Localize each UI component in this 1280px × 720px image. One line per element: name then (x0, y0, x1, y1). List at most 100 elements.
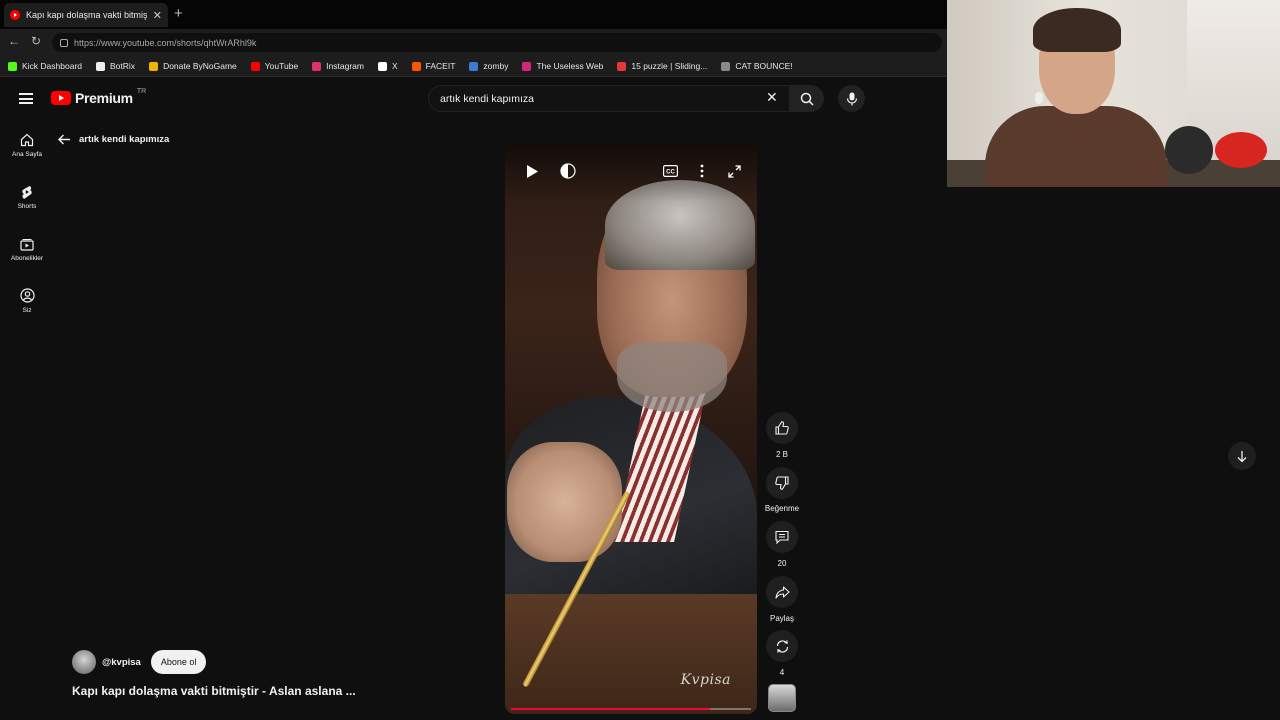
bookmark-label: X (391, 61, 398, 71)
bookmark-item[interactable]: Kick Dashboard (8, 61, 82, 71)
svg-text:CC: CC (666, 170, 675, 176)
home-icon (20, 133, 34, 147)
bookmark-item[interactable]: X (377, 61, 398, 71)
bookmark-label: Donate ByNoGame (163, 61, 237, 71)
bookmark-label: FACEIT (425, 61, 456, 71)
subscriptions-icon (20, 239, 34, 251)
captions-button[interactable]: CC (659, 160, 681, 182)
logo-text: Premium (75, 90, 133, 106)
bookmark-item[interactable]: The Useless Web (522, 61, 603, 71)
you-icon (19, 288, 35, 303)
bookmark-item[interactable]: Instagram (312, 61, 364, 71)
bookmark-label: 15 puzzle | Sliding... (631, 61, 708, 71)
bookmark-favicon-icon (617, 61, 627, 71)
sidenav-item-you[interactable]: Siz (0, 288, 54, 314)
share-icon (774, 585, 790, 599)
youtube-logo[interactable]: Premium TR (51, 87, 147, 106)
sidenav-item-subscriptions[interactable]: Abonelikler (0, 237, 54, 262)
bookmark-favicon-icon (411, 61, 421, 71)
share-button[interactable]: Paylaş (764, 576, 800, 623)
country-code: TR (136, 87, 147, 95)
video-watermark: Kvpisa (680, 672, 731, 688)
thumbs-down-icon (775, 476, 789, 490)
sound-source-thumbnail[interactable] (768, 684, 796, 712)
bookmark-item[interactable]: zomby (469, 61, 508, 71)
sidenav-label: Ana Sayfa (12, 151, 42, 158)
avatar[interactable] (72, 650, 96, 674)
bookmark-label: zomby (483, 61, 509, 71)
channel-handle[interactable]: @kvpisa (102, 657, 141, 668)
comment-count: 20 (777, 559, 787, 568)
bookmark-label: CAT BOUNCE! (735, 61, 793, 71)
remix-icon (776, 639, 788, 653)
like-button[interactable]: 2 B (764, 412, 800, 459)
bookmark-label: YouTube (264, 61, 299, 71)
search-query: artık kendi kapımıza (440, 92, 534, 105)
sidenav-label: Abonelikler (10, 255, 44, 262)
back-arrow-icon[interactable]: ← (8, 34, 20, 48)
arrow-left-icon (58, 134, 70, 145)
bookmarks-bar: Kick Dashboard BotRix Donate ByNoGame YouTu… (0, 56, 947, 77)
play-icon (526, 164, 538, 178)
new-tab-icon[interactable]: + (174, 5, 183, 22)
comment-icon (775, 530, 789, 544)
play-button[interactable] (521, 160, 543, 182)
bookmark-item[interactable]: BotRix (96, 61, 135, 71)
voice-search-button[interactable] (838, 85, 865, 112)
video-progress-bar[interactable] (511, 708, 751, 710)
video-progress-fill (511, 708, 711, 710)
bookmark-favicon-icon (149, 61, 159, 71)
fullscreen-button[interactable] (723, 160, 745, 182)
arrow-down-icon (1237, 450, 1247, 462)
channel-row: @kvpisa Abone ol (72, 650, 207, 674)
sidenav-label: Siz (22, 307, 32, 314)
bookmark-item[interactable]: Donate ByNoGame (149, 61, 237, 71)
volume-icon (560, 163, 576, 179)
bookmark-favicon-icon (96, 61, 106, 71)
microphone-icon (846, 92, 857, 105)
subscribe-button[interactable]: Abone ol (150, 650, 207, 674)
bookmark-favicon-icon (721, 61, 731, 71)
bookmark-favicon-icon (469, 61, 479, 71)
bookmark-item[interactable]: FACEIT (411, 61, 456, 71)
bookmark-label: BotRix (110, 61, 136, 71)
bookmark-item[interactable]: YouTube (250, 61, 299, 71)
like-count: 2 B (775, 450, 788, 459)
shorts-icon (22, 186, 32, 199)
bookmark-label: The Useless Web (536, 61, 604, 71)
earbud-icon (1035, 92, 1043, 104)
more-options-button[interactable] (691, 160, 713, 182)
youtube-favicon-icon (10, 10, 20, 20)
bookmark-favicon-icon (377, 61, 387, 71)
more-vertical-icon (700, 164, 704, 178)
browser-tab-active[interactable]: Kapı kapı dolaşma vakti bitmiştir ✕ (4, 3, 168, 27)
search-button[interactable] (790, 85, 824, 112)
site-info-icon[interactable] (60, 38, 68, 47)
bookmark-label: Instagram (326, 61, 364, 71)
shorts-video-player[interactable]: CC Kvpisa (505, 142, 757, 714)
bookmark-item[interactable]: 15 puzzle | Sliding... (617, 61, 707, 71)
remix-button[interactable]: 4 (764, 630, 800, 677)
video-title[interactable]: Kapı kapı dolaşma vakti bitmiştir - Asla… (72, 684, 356, 698)
bookmark-label: Kick Dashboard (22, 61, 83, 71)
dislike-label: Beğenme (764, 504, 800, 513)
address-bar[interactable]: https://www.youtube.com/shorts/qhtWrARhl… (52, 33, 942, 52)
reload-icon[interactable]: ↻ (31, 34, 41, 48)
next-short-button[interactable] (1228, 442, 1256, 470)
comments-button[interactable]: 20 (764, 521, 800, 568)
tab-title: Kapı kapı dolaşma vakti bitmiştir (26, 10, 147, 20)
tab-close-icon[interactable]: ✕ (153, 9, 162, 22)
url-text: https://www.youtube.com/shorts/qhtWrARhl… (74, 37, 257, 48)
sidenav-label: Shorts (17, 203, 37, 210)
hamburger-menu-icon[interactable] (19, 93, 33, 104)
thumbs-up-icon (775, 421, 789, 435)
search-input[interactable]: artık kendi kapımıza (428, 85, 790, 112)
video-person-hands (507, 442, 622, 562)
bookmark-item[interactable]: CAT BOUNCE! (721, 61, 793, 71)
clear-search-icon[interactable]: ✕ (766, 89, 778, 106)
dislike-button[interactable] (764, 467, 800, 499)
volume-button[interactable] (557, 160, 579, 182)
sidenav-item-home[interactable]: Ana Sayfa (0, 133, 54, 158)
sidenav-item-shorts[interactable]: Shorts (0, 185, 54, 210)
back-to-search-button[interactable]: artık kendi kapımıza (58, 134, 169, 145)
